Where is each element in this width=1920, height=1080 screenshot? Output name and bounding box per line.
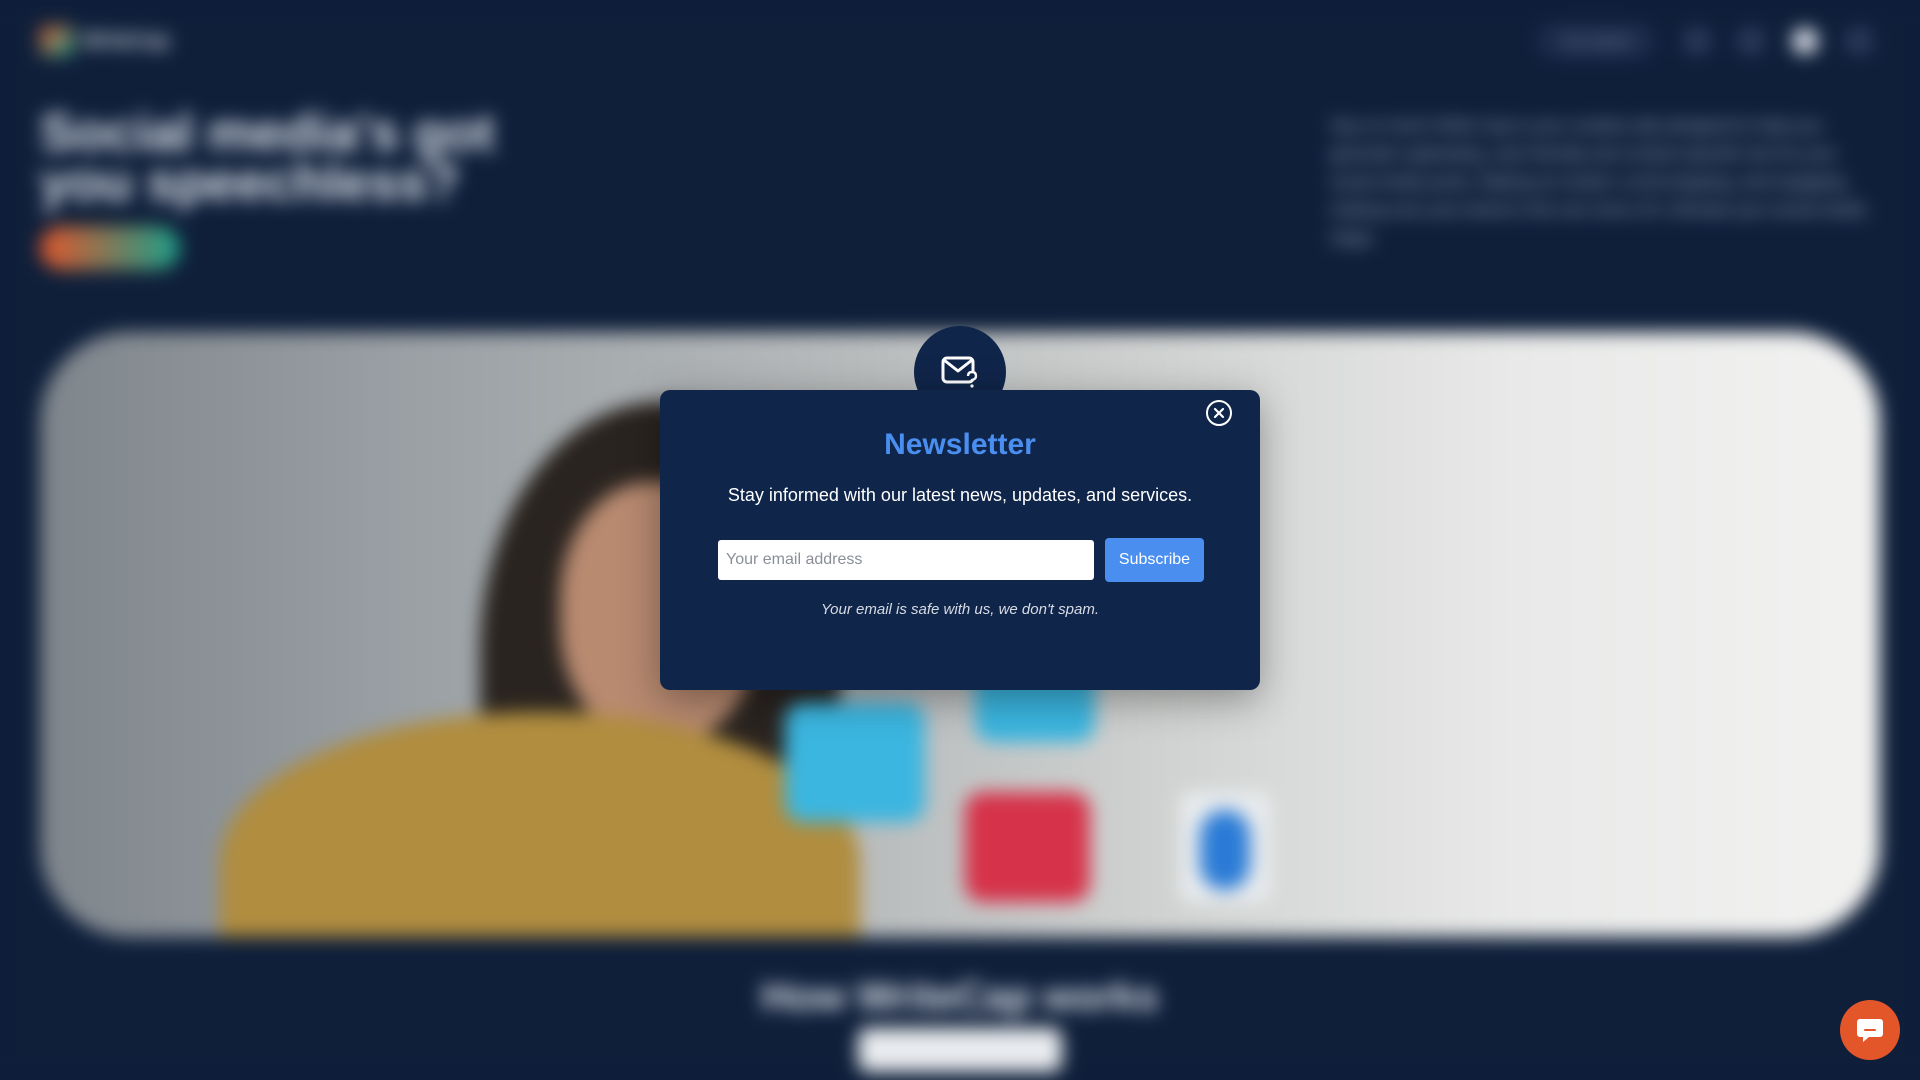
bell-bubble-icon bbox=[785, 702, 925, 822]
heart-bubble-icon bbox=[965, 792, 1090, 902]
newsletter-subtitle: Stay informed with our latest news, upda… bbox=[727, 485, 1193, 505]
close-button[interactable] bbox=[1206, 400, 1232, 426]
nav-avatar-icon bbox=[1792, 28, 1818, 54]
logo-text: WriteCap bbox=[82, 29, 170, 52]
section-title: How WriteCap works bbox=[761, 975, 1159, 1019]
user-bubble-icon bbox=[1180, 792, 1270, 902]
chat-icon bbox=[1857, 1019, 1883, 1042]
newsletter-modal: Newsletter Stay informed with our latest… bbox=[660, 390, 1260, 690]
hero-cta-button bbox=[40, 226, 180, 270]
nav-icon-3 bbox=[1846, 28, 1872, 54]
hero-description: Say no more! Write Cap is your creative … bbox=[1330, 116, 1866, 247]
nav-icon-2 bbox=[1738, 28, 1764, 54]
mail-question-icon bbox=[941, 356, 978, 388]
logo-mark-icon bbox=[40, 26, 74, 56]
nav-get-started-button: Get started bbox=[1536, 23, 1656, 59]
newsletter-title: Newsletter bbox=[884, 428, 1036, 461]
section-pill bbox=[858, 1028, 1062, 1072]
site-logo: WriteCap bbox=[40, 22, 185, 60]
privacy-note: Your email is safe with us, we don't spa… bbox=[821, 601, 1099, 618]
email-input[interactable] bbox=[718, 540, 1094, 580]
top-nav: Get started bbox=[1536, 22, 1872, 60]
nav-icon-1 bbox=[1684, 28, 1710, 54]
hero-title: Social media's got you speechless? bbox=[40, 104, 495, 212]
subscribe-button[interactable]: Subscribe bbox=[1105, 538, 1204, 582]
close-circle-icon bbox=[1213, 407, 1225, 419]
chat-button[interactable] bbox=[1840, 1000, 1900, 1060]
